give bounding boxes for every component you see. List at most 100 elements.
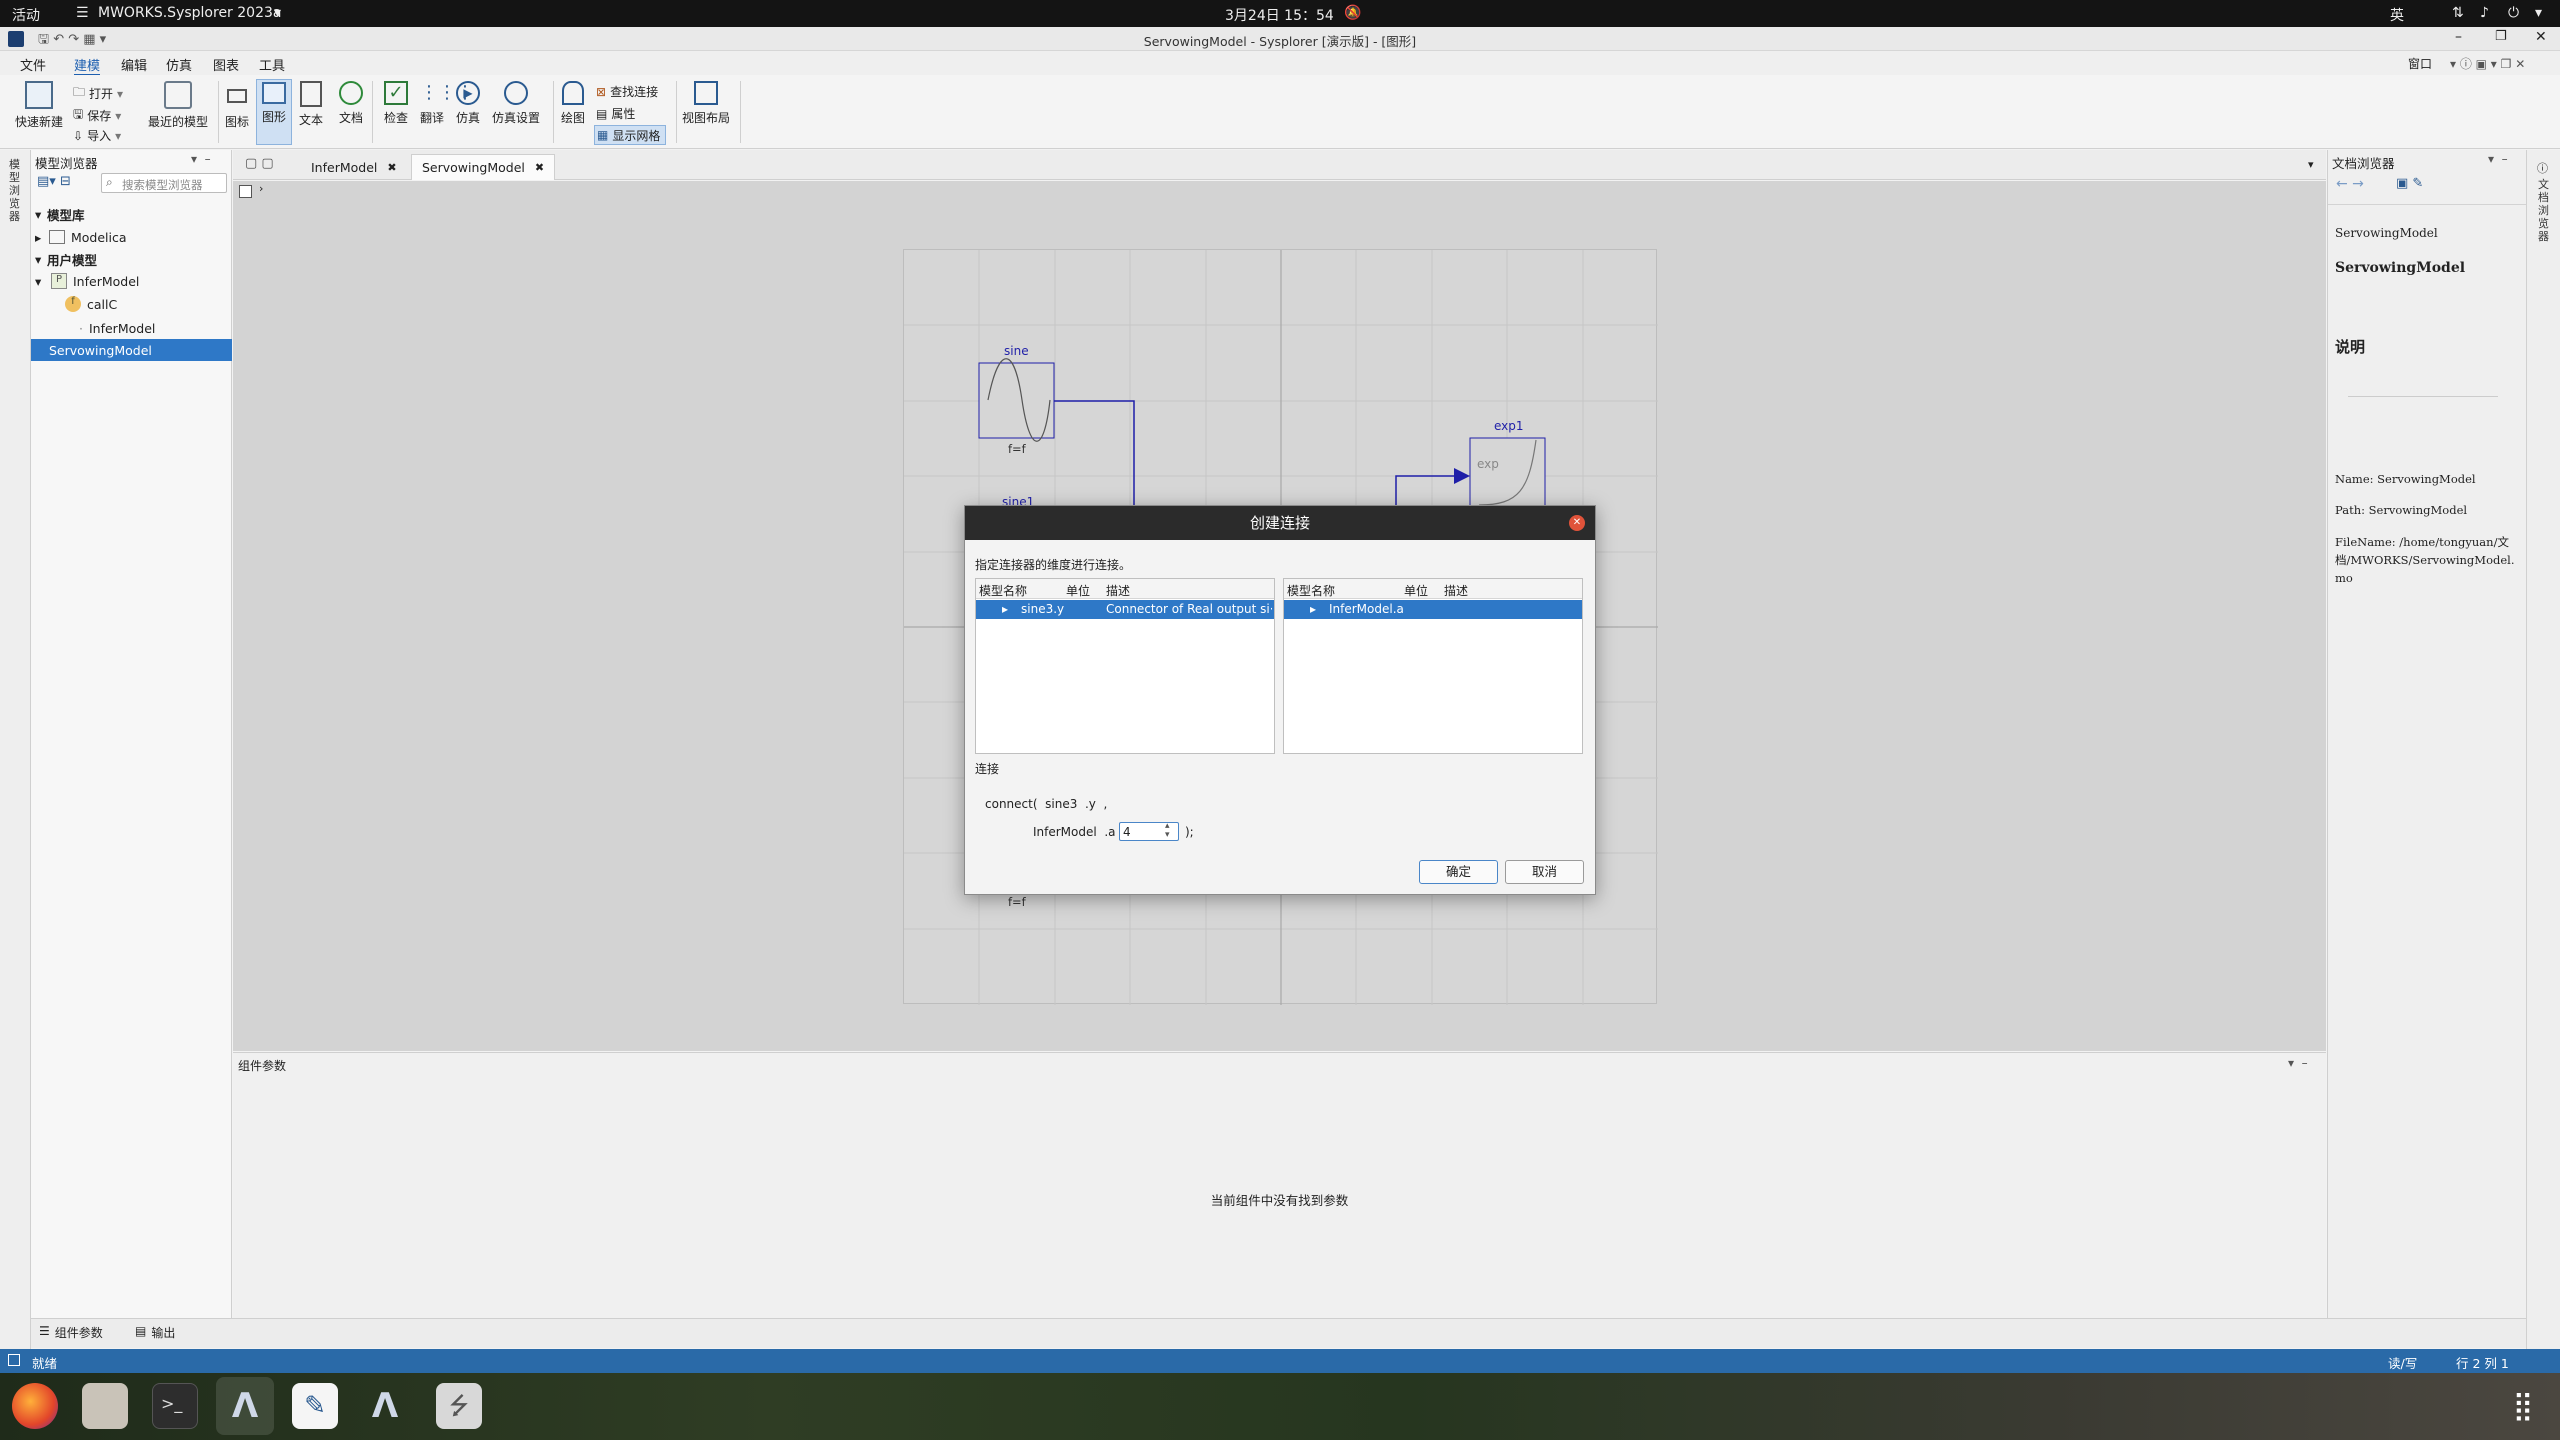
tree-item-callc[interactable]: f callC <box>31 293 232 315</box>
doc-section: 说明 <box>2335 338 2366 356</box>
recent-label: 最近的模型 <box>147 115 208 129</box>
open-button[interactable]: 🗀 打开 ▾ <box>73 83 123 104</box>
window-titlebar: 🖫 ↶ ↷ ▦ ▾ ServowingModel - Sysplorer [演示… <box>0 27 2560 51</box>
chevron-down-icon[interactable]: ▾ <box>2535 5 2542 21</box>
left-connector-list[interactable]: 模型名称 单位 描述 ▸ sine3.y Connector of Real o… <box>975 578 1275 754</box>
left-row-sine3-y[interactable]: ▸ sine3.y Connector of Real output si··· <box>976 600 1274 619</box>
menu-edit[interactable]: 编辑 <box>121 55 147 74</box>
firefox-icon[interactable] <box>12 1383 58 1429</box>
draw-label: 绘图 <box>560 111 585 125</box>
activities-button[interactable]: 活动 <box>12 5 40 25</box>
model-dot-icon: · <box>79 320 83 336</box>
check-label: 检查 <box>383 111 408 125</box>
properties-label: 属性 <box>611 107 636 121</box>
left-list-header: 模型名称 单位 描述 <box>976 579 1274 599</box>
properties-button[interactable]: ▤ 属性 <box>596 105 635 122</box>
taskbar-dock: >_ Λ ✎ Λ ⭍ ⣿ <box>0 1373 2560 1440</box>
menu-tools[interactable]: 工具 <box>259 55 285 74</box>
tree-item-library-root[interactable]: ▾ 模型库 <box>31 203 232 225</box>
tab-nav-icons[interactable]: ▢ ▢ <box>245 156 274 171</box>
back-forward-icons[interactable]: ← → <box>2336 176 2364 192</box>
window-controls-icons[interactable]: ▾ ⓘ ▣ ▾ ❐ ✕ <box>2450 55 2525 72</box>
menu-window[interactable]: 窗口 <box>2408 55 2432 72</box>
index-spinbox[interactable]: 4 ▴ ▾ <box>1119 822 1179 841</box>
close-icon[interactable]: ✖ <box>535 161 544 174</box>
close-icon[interactable]: ✕ <box>1569 515 1585 531</box>
sysplorer-icon-2[interactable]: Λ <box>362 1383 408 1429</box>
input-language[interactable]: 英 <box>2390 5 2404 25</box>
menu-modeling[interactable]: 建模 <box>74 55 101 76</box>
status-icon <box>8 1354 20 1366</box>
show-grid-toggle[interactable]: ▦ 显示网格 <box>594 125 666 145</box>
app-menu[interactable]: MWORKS.Sysplorer 2023a <box>98 5 281 21</box>
bottom-panel-tabs: ☰ 组件参数 ▤ 输出 <box>31 1318 2526 1348</box>
doc-view-edit-icons[interactable]: ▣ ✎ <box>2396 176 2423 191</box>
diagram-label: 图形 <box>261 110 286 124</box>
usb-drive-icon[interactable]: ⭍ <box>436 1383 482 1429</box>
terminal-icon[interactable]: >_ <box>152 1383 198 1429</box>
sine-label[interactable]: sine <box>1004 344 1029 358</box>
tab-infermodel[interactable]: InferModel ✖ <box>301 154 407 180</box>
diagram-view-button[interactable]: 图形 <box>256 79 292 145</box>
doc-browser-panel: 文档浏览器 ▾ – ← → ▣ ✎ ServowingModel Servowi… <box>2327 150 2526 1318</box>
files-icon[interactable] <box>82 1383 128 1429</box>
expand-arrow-icon: ▾ <box>35 206 42 222</box>
chevron-down-icon: ▾ <box>274 5 282 21</box>
status-mode: 读/写 <box>2388 1356 2418 1371</box>
panel-options-icon[interactable]: ▾ – <box>191 152 211 166</box>
doc-view-button[interactable]: 文档 <box>336 81 366 126</box>
translate-button[interactable]: ⋮⋮⋮ 翻译 <box>416 81 474 126</box>
ok-button[interactable]: 确定 <box>1419 860 1498 884</box>
cancel-button[interactable]: 取消 <box>1505 860 1584 884</box>
draw-button[interactable]: 绘图 <box>558 81 588 126</box>
volume-icon[interactable]: ♪ <box>2480 5 2489 21</box>
browser-toolbar-icons[interactable]: ▤▾ ⊟ <box>37 174 71 189</box>
tree-item-infermodel-package[interactable]: ▾ P InferModel <box>31 270 232 292</box>
tree-item-user-models[interactable]: ▾ 用户模型 <box>31 248 232 270</box>
spin-arrows-icon[interactable]: ▴ ▾ <box>1165 822 1170 840</box>
grid-icon: ▦ <box>597 128 609 142</box>
recent-models-button[interactable]: 最近的模型 <box>145 81 211 130</box>
sim-settings-button[interactable]: 仿真设置 <box>490 81 542 126</box>
app-grid-icon[interactable]: ⣿ <box>2500 1383 2546 1429</box>
tree-item-servowingmodel[interactable]: ServowingModel <box>31 339 232 361</box>
power-icon[interactable]: ⏻ <box>2508 5 2519 21</box>
breadcrumb-arrow-icon: › <box>259 182 264 195</box>
exp1-label[interactable]: exp1 <box>1494 419 1524 433</box>
menu-simulation[interactable]: 仿真 <box>166 55 192 74</box>
tree-item-infermodel[interactable]: · InferModel <box>31 317 232 339</box>
folder-icon: 🗀 <box>73 85 86 99</box>
view-layout-button[interactable]: 视图布局 <box>680 81 732 126</box>
import-button[interactable]: ⇩ 导入 ▾ <box>73 127 121 144</box>
right-rail: ⓘ 文档浏览器 <box>2526 150 2560 1350</box>
model-search-input[interactable]: ⌕ 搜索模型浏览器 <box>101 173 227 193</box>
simulate-button[interactable]: ▶ 仿真 <box>452 81 484 126</box>
model-browser-rail-tab[interactable]: 模型浏览器 <box>9 158 23 223</box>
right-row-infermodel-a[interactable]: ▸ InferModel.a <box>1284 600 1582 619</box>
check-button[interactable]: ✓ 检查 <box>380 81 412 126</box>
minimize-icon[interactable]: – <box>2455 29 2462 45</box>
clock[interactable]: 3月24日 15：54 <box>1225 5 1334 25</box>
network-icon[interactable]: ⇅ <box>2452 5 2464 21</box>
tab-component-params[interactable]: ☰ 组件参数 <box>39 1324 103 1341</box>
text-view-button[interactable]: 文本 <box>296 81 326 128</box>
close-icon[interactable]: ✕ <box>2535 29 2547 45</box>
panel-options-icon[interactable]: ▾ – <box>2488 152 2508 166</box>
tab-output[interactable]: ▤ 输出 <box>135 1324 175 1341</box>
quick-new-button[interactable]: 快速新建 <box>12 81 66 130</box>
doc-browser-rail-tab[interactable]: 文档浏览器 <box>2538 178 2552 243</box>
close-icon[interactable]: ✖ <box>387 161 396 174</box>
tree-item-modelica[interactable]: ▸ Modelica <box>31 226 232 248</box>
panel-options-icon[interactable]: ▾ – <box>2288 1056 2308 1070</box>
save-button[interactable]: 🖫 保存 ▾ <box>73 105 121 126</box>
sysplorer-icon[interactable]: Λ <box>222 1383 268 1429</box>
tab-list-icon[interactable]: ▾ <box>2308 158 2314 171</box>
right-connector-list[interactable]: 模型名称 单位 描述 ▸ InferModel.a <box>1283 578 1583 754</box>
icon-view-button[interactable]: 图标 <box>222 81 252 130</box>
menu-chart[interactable]: 图表 <box>213 55 239 74</box>
text-editor-icon[interactable]: ✎ <box>292 1383 338 1429</box>
menu-file[interactable]: 文件 <box>20 55 46 74</box>
tab-servowingmodel[interactable]: ServowingModel ✖ <box>411 154 556 180</box>
maximize-icon[interactable]: ❐ <box>2495 29 2507 44</box>
find-connection-button[interactable]: ⊠ 查找连接 <box>596 83 658 100</box>
